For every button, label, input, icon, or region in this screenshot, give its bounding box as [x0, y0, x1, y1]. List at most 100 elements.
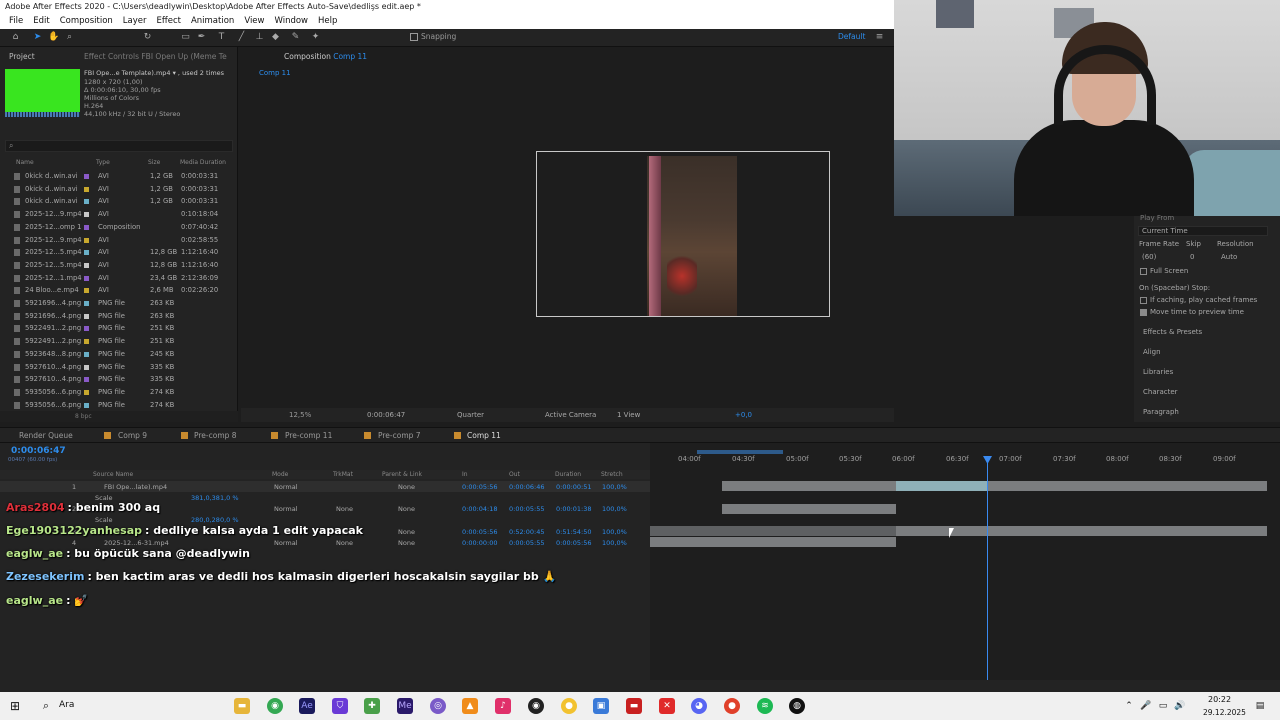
comp-breadcrumb[interactable]: Comp 11	[259, 69, 291, 77]
selection-tool-icon[interactable]: ➤	[32, 32, 43, 43]
project-list-item[interactable]: 0kick d..win.avi AVI 1,2 GB 0:00:03:31	[0, 195, 232, 208]
hand-tool-icon[interactable]: ✋	[48, 32, 59, 43]
app-icon[interactable]: ▣	[593, 698, 609, 714]
menu-layer[interactable]: Layer	[118, 15, 152, 29]
recording-icon[interactable]: ●	[724, 698, 740, 714]
label-color-swatch[interactable]	[84, 377, 89, 383]
app-icon[interactable]: ▬	[626, 698, 642, 714]
composition-video-layer[interactable]	[647, 156, 737, 316]
clock-date[interactable]: 29.12.2025	[1203, 708, 1246, 717]
media-encoder-icon[interactable]: Me	[397, 698, 413, 714]
label-color-swatch[interactable]	[84, 212, 89, 218]
project-list-item[interactable]: 24 Bloo...e.mp4 AVI 2,6 MB 0:02:26:20	[0, 284, 232, 297]
file-explorer-icon[interactable]: ▬	[234, 698, 250, 714]
project-list-item[interactable]: 5922491...2.png PNG file 251 KB	[0, 322, 232, 335]
eraser-tool-icon[interactable]: ◆	[270, 32, 281, 43]
column-size[interactable]: Size	[148, 159, 160, 166]
menu-edit[interactable]: Edit	[28, 15, 54, 29]
obs-icon[interactable]: ◍	[789, 698, 805, 714]
roto-brush-tool-icon[interactable]: ✎	[290, 32, 301, 43]
game-app-icon[interactable]: ✚	[364, 698, 380, 714]
label-color-swatch[interactable]	[84, 275, 89, 281]
tab-pre-comp-7[interactable]: Pre-comp 7	[378, 431, 421, 440]
timeline-timecode[interactable]: 0:00:06:47	[11, 446, 66, 456]
column-out[interactable]: Out	[509, 471, 520, 478]
menu-animation[interactable]: Animation	[186, 15, 239, 29]
full-screen-checkbox[interactable]	[1140, 268, 1147, 275]
layer-property-row[interactable]: Scale 280,0,280,0 %	[0, 514, 650, 525]
rectangle-tool-icon[interactable]: ▭	[180, 32, 191, 43]
project-list-item[interactable]: 5935056...6.png PNG file 274 KB	[0, 399, 232, 412]
work-area-bar[interactable]	[697, 450, 783, 454]
layer-row[interactable]: 1 FBI Ope...late).mp4 Normal None 0:00:05:56…	[0, 481, 650, 492]
spotify-icon[interactable]: ≋	[757, 698, 773, 714]
layer-trk[interactable]: None	[336, 528, 353, 536]
notification-icon[interactable]: ▤	[1252, 698, 1268, 714]
if-caching-checkbox[interactable]	[1140, 297, 1147, 304]
project-list-item[interactable]: 0kick d..win.avi AVI 1,2 GB 0:00:03:31	[0, 170, 232, 183]
resolution-dropdown[interactable]: Auto	[1221, 253, 1237, 261]
layer-trk[interactable]: None	[336, 505, 353, 513]
app-icon[interactable]: ●	[561, 698, 577, 714]
magnification-zoom[interactable]: 12,5%	[289, 411, 311, 419]
tray-expand-icon[interactable]: ⌃	[1121, 698, 1137, 714]
column-parent-link[interactable]: Parent & Link	[382, 471, 422, 478]
label-color-swatch[interactable]	[84, 199, 89, 205]
tab-pre-comp-8[interactable]: Pre-comp 8	[194, 431, 237, 440]
menu-help[interactable]: Help	[313, 15, 342, 29]
tab-composition[interactable]: Composition Comp 11	[284, 52, 367, 61]
label-color-swatch[interactable]	[84, 288, 89, 294]
clock-time[interactable]: 20:22	[1208, 695, 1231, 704]
layer-row[interactable]: 3 None None 0:00:05:56 0:52:00:45 0:51:54:50 1…	[0, 526, 650, 537]
label-color-swatch[interactable]	[84, 237, 89, 243]
project-list-item[interactable]: 2025-12...5.mp4 AVI 12,8 GB 1:12:16:40	[0, 259, 232, 272]
project-list-item[interactable]: 2025-12...5.mp4 AVI 12,8 GB 1:12:16:40	[0, 246, 232, 259]
panel-align[interactable]: Align	[1143, 348, 1161, 356]
after-effects-icon[interactable]: Ae	[299, 698, 315, 714]
label-color-swatch[interactable]	[84, 174, 89, 179]
layer-parent[interactable]: None	[398, 505, 415, 513]
project-list-item[interactable]: 5921696...4.png PNG file 263 KB	[0, 297, 232, 310]
tab-project[interactable]: Project	[9, 52, 35, 61]
menu-composition[interactable]: Composition	[55, 15, 118, 29]
move-time-checkbox[interactable]	[1140, 309, 1147, 316]
capcut-icon[interactable]: ♪	[495, 698, 511, 714]
layer-row[interactable]: 4 2025-12...6-31.mp4 Normal None None 0:00:00…	[0, 537, 650, 548]
project-list-item[interactable]: 2025-12...1.mp4 AVI 23,4 GB 2:12:36:09	[0, 272, 232, 285]
layer-mode[interactable]: Normal	[274, 505, 298, 513]
project-list-item[interactable]: 5927610...4.png PNG file 335 KB	[0, 361, 232, 374]
layer-mode[interactable]: Normal	[274, 483, 298, 491]
layer-parent[interactable]: None	[398, 528, 415, 536]
label-color-swatch[interactable]	[84, 224, 89, 230]
pen-tool-icon[interactable]: ✒	[196, 32, 207, 43]
project-list-item[interactable]: 5923648...8.png PNG file 245 KB	[0, 348, 232, 361]
tab-render-queue[interactable]: Render Queue	[19, 431, 73, 440]
clone-stamp-tool-icon[interactable]: ⊥	[254, 32, 265, 43]
layer-1-active-bar[interactable]	[896, 481, 987, 491]
vpn-shield-icon[interactable]: ⛉	[332, 698, 348, 714]
menu-file[interactable]: File	[4, 15, 28, 29]
label-color-swatch[interactable]	[84, 402, 89, 408]
footage-name[interactable]: FBI Ope...e Template).mp4 ▾ , used 2 tim…	[84, 69, 224, 77]
camera-dropdown[interactable]: Active Camera	[545, 411, 596, 419]
panel-effects-presets[interactable]: Effects & Presets	[1143, 328, 1202, 336]
snapping-checkbox[interactable]	[410, 33, 418, 41]
current-time-indicator[interactable]	[987, 461, 988, 680]
layer-value[interactable]: 280,0,280,0 %	[191, 516, 239, 524]
menu-window[interactable]: Window	[269, 15, 313, 29]
panel-libraries[interactable]: Libraries	[1143, 368, 1173, 376]
label-color-swatch[interactable]	[84, 339, 89, 345]
layer-4-bar[interactable]	[650, 537, 896, 547]
project-list-item[interactable]: 2025-12...omp 1 Composition 0:07:40:42	[0, 221, 232, 234]
layer-row[interactable]: 2 Normal None None 0:00:04:18 0:00:05:55 0:00:…	[0, 503, 650, 514]
panel-character[interactable]: Character	[1143, 388, 1178, 396]
layer-value[interactable]: 381,0,381,0 %	[191, 494, 239, 502]
menu-view[interactable]: View	[239, 15, 269, 29]
label-color-swatch[interactable]	[84, 250, 89, 256]
layer-trk[interactable]: None	[336, 539, 353, 547]
column-media-duration[interactable]: Media Duration	[180, 159, 226, 166]
volume-icon[interactable]: 🔊	[1172, 698, 1188, 714]
exposure-value[interactable]: +0,0	[735, 411, 752, 419]
play-from-dropdown[interactable]: Current Time	[1138, 226, 1268, 236]
label-color-swatch[interactable]	[84, 351, 89, 357]
